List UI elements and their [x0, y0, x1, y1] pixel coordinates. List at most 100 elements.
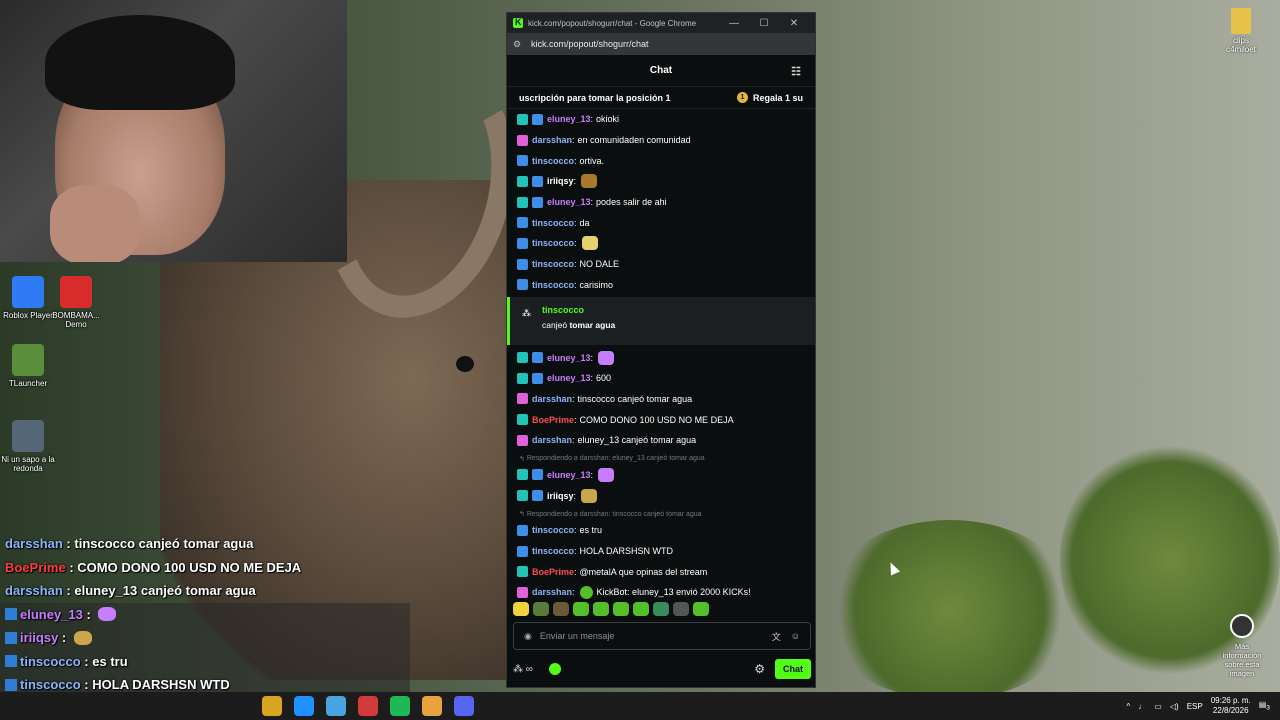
- desktop-icon-video[interactable]: Ni un sapo a la redonda: [0, 420, 56, 473]
- chat-message[interactable]: eluney_13:: [517, 347, 805, 368]
- taskbar-app-icon[interactable]: [422, 696, 442, 716]
- chat-message[interactable]: tinscocco: es tru: [517, 520, 805, 541]
- network-icon[interactable]: ▭: [1154, 702, 1162, 711]
- chat-message[interactable]: eluney_13: podes salir de ahi: [517, 192, 805, 213]
- taskbar-app-icon[interactable]: [390, 696, 410, 716]
- taskbar-app-icon[interactable]: [294, 696, 314, 716]
- chat-username[interactable]: tinscocco: [532, 218, 574, 228]
- og-badge-icon[interactable]: [517, 258, 528, 270]
- emote-icon[interactable]: [613, 602, 629, 616]
- spotlight-info-widget[interactable]: Más información sobre esta imagen: [1216, 614, 1268, 678]
- og-badge-icon[interactable]: [532, 469, 543, 481]
- og-badge-icon[interactable]: [532, 352, 543, 364]
- redemption-user[interactable]: tinscocco: [542, 305, 815, 315]
- language-indicator[interactable]: ESP: [1187, 702, 1203, 711]
- window-titlebar[interactable]: kick.com/popout/shogurr/chat - Google Ch…: [507, 13, 815, 33]
- chat-username[interactable]: eluney_13: [547, 353, 591, 363]
- emote-icon[interactable]: [598, 467, 615, 482]
- desktop-folder-clips[interactable]: clips c4miloet: [1226, 8, 1256, 54]
- vip-badge-icon[interactable]: [517, 586, 528, 598]
- emote-icon[interactable]: [653, 602, 669, 616]
- chat-username[interactable]: tinscocco: [532, 546, 574, 556]
- chat-username[interactable]: darsshan: [532, 135, 572, 145]
- sub-badge-icon[interactable]: [517, 372, 528, 384]
- reply-hint[interactable]: ↰ Respondiendo a darsshan: eluney_13 can…: [517, 453, 805, 465]
- chat-username[interactable]: BoePrime: [532, 415, 574, 425]
- chat-username[interactable]: darsshan: [532, 435, 572, 445]
- emote-quick-bar[interactable]: [513, 601, 709, 617]
- desktop-icon-tlauncher[interactable]: TLauncher: [0, 344, 56, 388]
- og-badge-icon[interactable]: [517, 524, 528, 536]
- chevron-up-icon[interactable]: ^: [1127, 702, 1131, 711]
- og-badge-icon[interactable]: [532, 196, 543, 208]
- vip-badge-icon[interactable]: [517, 434, 528, 446]
- microphone-icon[interactable]: ♩: [1138, 702, 1146, 711]
- sub-badge-icon[interactable]: [517, 352, 528, 364]
- chat-username[interactable]: BoePrime: [532, 567, 574, 577]
- translate-icon[interactable]: 文: [772, 630, 781, 643]
- chat-message[interactable]: iriiqsy:: [517, 485, 805, 506]
- notification-icon[interactable]: ▤3: [1259, 700, 1270, 712]
- message-input[interactable]: [539, 631, 762, 641]
- og-badge-icon[interactable]: [517, 237, 528, 249]
- taskbar-app-icon[interactable]: [454, 696, 474, 716]
- emote-icon[interactable]: [633, 602, 649, 616]
- bot-badge-icon[interactable]: [517, 566, 528, 578]
- chat-message[interactable]: eluney_13:600: [517, 368, 805, 389]
- og-badge-icon[interactable]: [517, 217, 528, 229]
- og-badge-icon[interactable]: [517, 155, 528, 167]
- sub-badge-icon[interactable]: [517, 490, 528, 502]
- og-badge-icon[interactable]: [532, 490, 543, 502]
- og-badge-icon[interactable]: [517, 279, 528, 291]
- chat-username[interactable]: darsshan: [532, 587, 572, 597]
- emote-icon[interactable]: [693, 602, 709, 616]
- desktop-icon-bombama[interactable]: BOMBAMA... Demo: [48, 276, 104, 329]
- chat-message[interactable]: tinscocco: da: [517, 212, 805, 233]
- address-bar[interactable]: ⚙ kick.com/popout/shogurr/chat: [507, 33, 815, 55]
- chat-message[interactable]: tinscocco: ortiva.: [517, 150, 805, 171]
- chat-message[interactable]: darsshan: eluney_13 canjeó tomar agua: [517, 430, 805, 451]
- close-button[interactable]: ✕: [779, 18, 809, 29]
- message-input-box[interactable]: ◉ 文 ☺: [513, 622, 811, 650]
- sub-badge-icon[interactable]: [517, 175, 528, 187]
- chat-username[interactable]: tinscocco: [532, 259, 574, 269]
- emote-icon[interactable]: [513, 602, 529, 616]
- emote-icon[interactable]: [673, 602, 689, 616]
- chat-message[interactable]: eluney_13: okioki: [517, 109, 805, 130]
- taskbar-app-icon[interactable]: [262, 696, 282, 716]
- emote-icon[interactable]: [581, 488, 598, 503]
- chat-username[interactable]: tinscocco: [532, 156, 574, 166]
- emote-icon[interactable]: [581, 236, 598, 251]
- chat-username[interactable]: eluney_13: [547, 197, 591, 207]
- volume-icon[interactable]: ◁): [1170, 702, 1179, 711]
- chat-username[interactable]: iriiqsy: [547, 491, 574, 501]
- clock[interactable]: 09:26 p. m. 22/8/2026: [1211, 696, 1251, 716]
- bot-badge-icon[interactable]: [517, 414, 528, 426]
- sub-badge-icon[interactable]: [517, 469, 528, 481]
- chat-username[interactable]: tinscocco: [532, 525, 574, 535]
- chat-username[interactable]: eluney_13: [547, 470, 591, 480]
- vip-badge-icon[interactable]: [517, 134, 528, 146]
- points-icon[interactable]: ⁂ ∞: [513, 664, 533, 675]
- site-info-icon[interactable]: ⚙: [513, 39, 523, 50]
- chat-message[interactable]: tinscocco:: [517, 233, 805, 254]
- send-chat-button[interactable]: Chat: [775, 659, 811, 679]
- sub-badge-icon[interactable]: [517, 196, 528, 208]
- chat-username[interactable]: eluney_13: [547, 373, 591, 383]
- chat-message[interactable]: iriiqsy:: [517, 171, 805, 192]
- pinned-sub-banner[interactable]: uscripción para tomar la posición 1 1 Re…: [507, 87, 815, 109]
- chat-message[interactable]: tinscocco: NO DALE: [517, 254, 805, 275]
- chat-username[interactable]: tinscocco: [532, 280, 574, 290]
- chat-message[interactable]: darsshan: en comunidaden comunidad: [517, 130, 805, 151]
- users-icon[interactable]: ☷: [791, 65, 801, 78]
- chat-message[interactable]: BoePrime: COMO DONO 100 USD NO ME DEJA: [517, 409, 805, 430]
- og-badge-icon[interactable]: [532, 175, 543, 187]
- emote-icon[interactable]: [573, 602, 589, 616]
- minimize-button[interactable]: —: [719, 18, 749, 29]
- vip-badge-icon[interactable]: [517, 393, 528, 405]
- chat-message[interactable]: tinscocco: HOLA DARSHSN WTD: [517, 541, 805, 562]
- gift-sub[interactable]: 1 Regala 1 su: [736, 92, 803, 103]
- og-badge-icon[interactable]: [517, 545, 528, 557]
- chrome-window[interactable]: kick.com/popout/shogurr/chat - Google Ch…: [506, 12, 816, 688]
- emote-icon[interactable]: [553, 602, 569, 616]
